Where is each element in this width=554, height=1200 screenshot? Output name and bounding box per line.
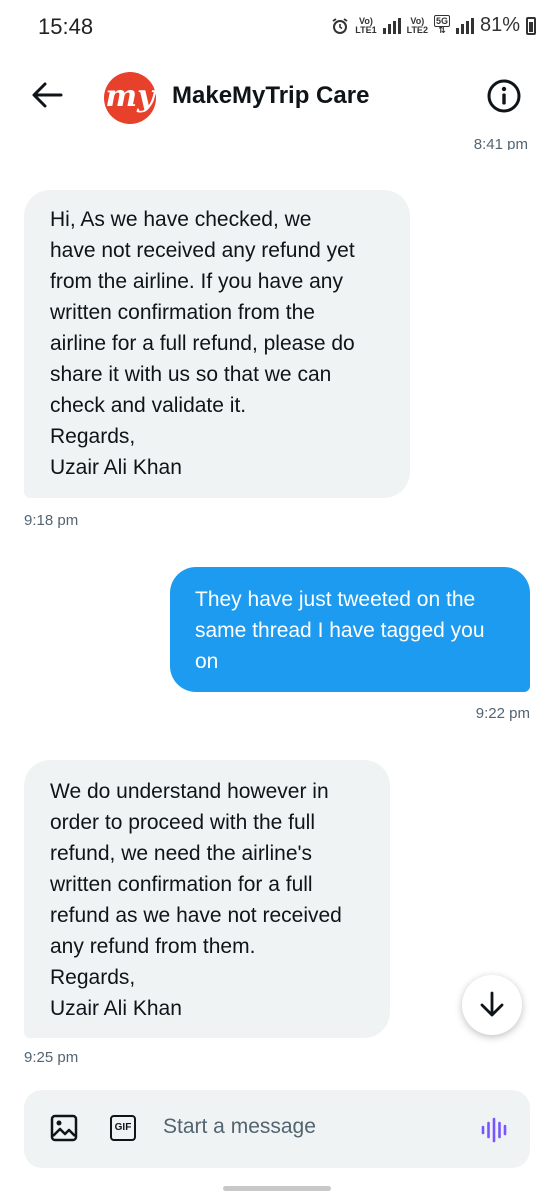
page-title[interactable]: MakeMyTrip Care [172, 82, 369, 110]
battery-icon [526, 16, 536, 35]
incoming-message[interactable]: We do understand however in order to pro… [24, 760, 390, 1038]
voice-message-button[interactable] [480, 1115, 510, 1150]
info-icon [487, 79, 521, 113]
outgoing-message[interactable]: They have just tweeted on the same threa… [170, 567, 530, 692]
message-timestamp: 9:25 pm [24, 1049, 79, 1066]
arrow-down-icon [480, 991, 504, 1017]
message-composer: GIF Start a message [24, 1090, 530, 1168]
gif-button[interactable]: GIF [110, 1115, 136, 1141]
alarm-icon [332, 17, 348, 34]
home-indicator [223, 1186, 331, 1191]
conversation-header: my MakeMyTrip Care [0, 56, 554, 140]
status-time: 15:48 [38, 14, 94, 39]
sim1-indicator: Vo) LTE1 [355, 15, 377, 35]
back-button[interactable] [30, 80, 70, 116]
scroll-to-bottom-button[interactable] [462, 975, 522, 1035]
message-timestamp: 8:41 pm [473, 136, 528, 150]
network-5g-indicator: 5G ⇅ [433, 14, 450, 35]
message-timestamp: 9:22 pm [475, 705, 530, 722]
arrow-left-icon [32, 82, 63, 108]
avatar[interactable]: my [104, 72, 156, 124]
info-button[interactable] [486, 78, 524, 116]
battery-percent: 81% [479, 14, 520, 36]
sim2-indicator: Vo) LTE2 [406, 15, 428, 35]
incoming-message[interactable]: Hi, As we have checked, we have not rece… [24, 190, 410, 498]
signal-icon [455, 17, 474, 34]
message-timestamp: 9:18 pm [24, 512, 79, 529]
status-bar: 15:48 Vo) LTE1 Vo) LTE2 5G ⇅ 81% [0, 0, 554, 56]
image-button[interactable] [50, 1114, 78, 1147]
status-icons: Vo) LTE1 Vo) LTE2 5G ⇅ 81% [331, 14, 536, 37]
voice-waveform-icon [481, 1117, 507, 1143]
message-input[interactable]: Start a message [163, 1115, 316, 1139]
image-icon [50, 1114, 78, 1142]
signal-icon [382, 17, 401, 34]
